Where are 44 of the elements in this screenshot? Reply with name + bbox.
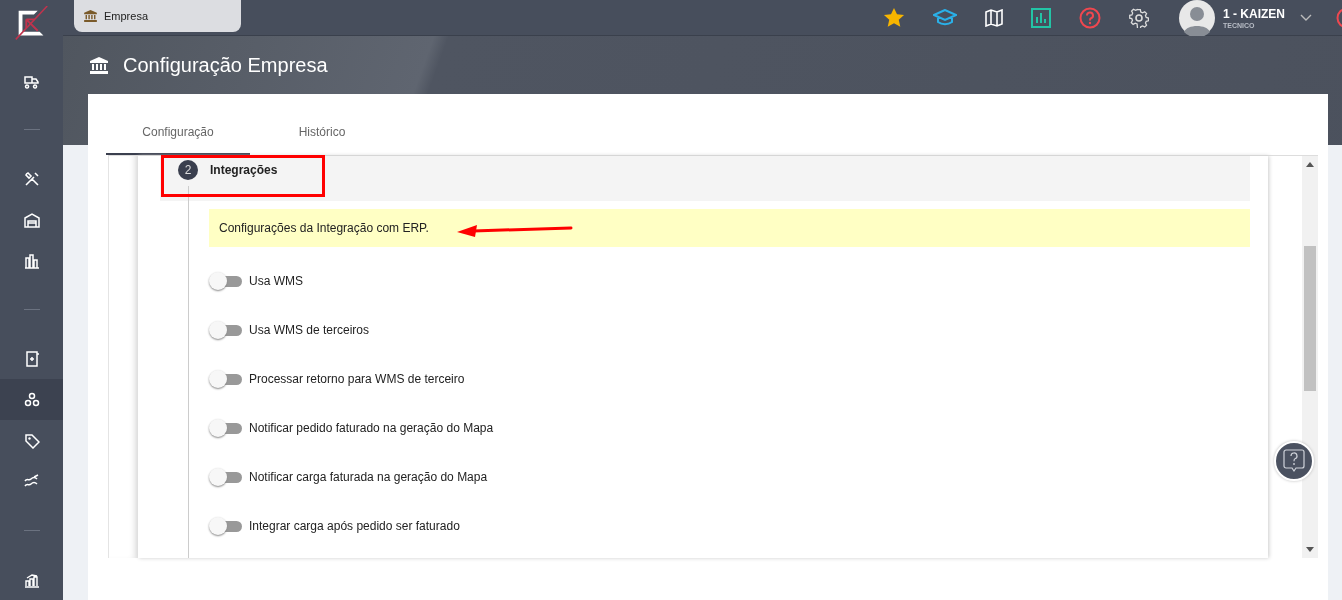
avatar-icon[interactable] <box>1179 0 1215 36</box>
document-icon <box>23 350 40 367</box>
scrollbar[interactable] <box>1302 156 1318 558</box>
setting-label: Usa WMS <box>249 273 303 288</box>
caret-icon[interactable] <box>1300 13 1312 22</box>
tab[interactable]: Configuração <box>106 94 250 155</box>
graduation-cap-icon[interactable] <box>933 8 957 27</box>
star-icon[interactable] <box>883 7 905 28</box>
toggle-switch[interactable] <box>209 271 242 290</box>
help-chat-icon <box>1283 449 1305 473</box>
user-name: 1 - KAIZEN <box>1223 6 1285 21</box>
toggle-switch[interactable] <box>209 418 242 437</box>
scrollbar-thumb[interactable] <box>1304 246 1316 391</box>
buildings-icon <box>23 252 40 269</box>
bar-chart-icon[interactable] <box>1031 7 1051 28</box>
tag-icon <box>23 432 40 449</box>
setting-label: Processar retorno para WMS de terceiro <box>249 371 465 386</box>
scroll-down-icon[interactable] <box>1306 547 1314 552</box>
settings-icon[interactable] <box>1129 7 1149 28</box>
setting-label: Usa WMS de terceiros <box>249 322 370 337</box>
info-note: Configurações da Integração com ERP. <box>209 209 1250 247</box>
circles-icon <box>23 391 40 408</box>
sidebar-item[interactable] <box>0 379 63 421</box>
warehouse-icon <box>23 211 40 228</box>
step-title: Integrações <box>210 163 278 177</box>
setting-label: Notificar pedido faturado na geração do Mapa <box>249 420 494 435</box>
toggle-switch[interactable] <box>209 467 242 486</box>
open-tab[interactable]: Empresa <box>74 0 241 32</box>
help-chat-button[interactable] <box>1274 441 1314 481</box>
help-icon[interactable] <box>1079 6 1101 29</box>
tools-icon <box>23 170 40 187</box>
bank-icon <box>84 10 97 22</box>
toggle-switch[interactable] <box>209 369 242 388</box>
toggle-switch[interactable] <box>209 516 242 535</box>
bank-icon <box>90 56 108 74</box>
toggle-switch[interactable] <box>209 320 242 339</box>
setting-label: Integrar carga após pedido ser faturado <box>249 518 460 533</box>
page-title: Configuração Empresa <box>123 53 328 77</box>
setting-label: Notificar carga faturada na geração do Mapa <box>249 469 488 484</box>
chart-icon <box>23 571 40 588</box>
tab[interactable]: Histórico <box>250 94 394 155</box>
step-number: 2 <box>178 160 198 180</box>
map-icon[interactable] <box>985 8 1003 27</box>
scroll-up-icon[interactable] <box>1306 162 1314 167</box>
